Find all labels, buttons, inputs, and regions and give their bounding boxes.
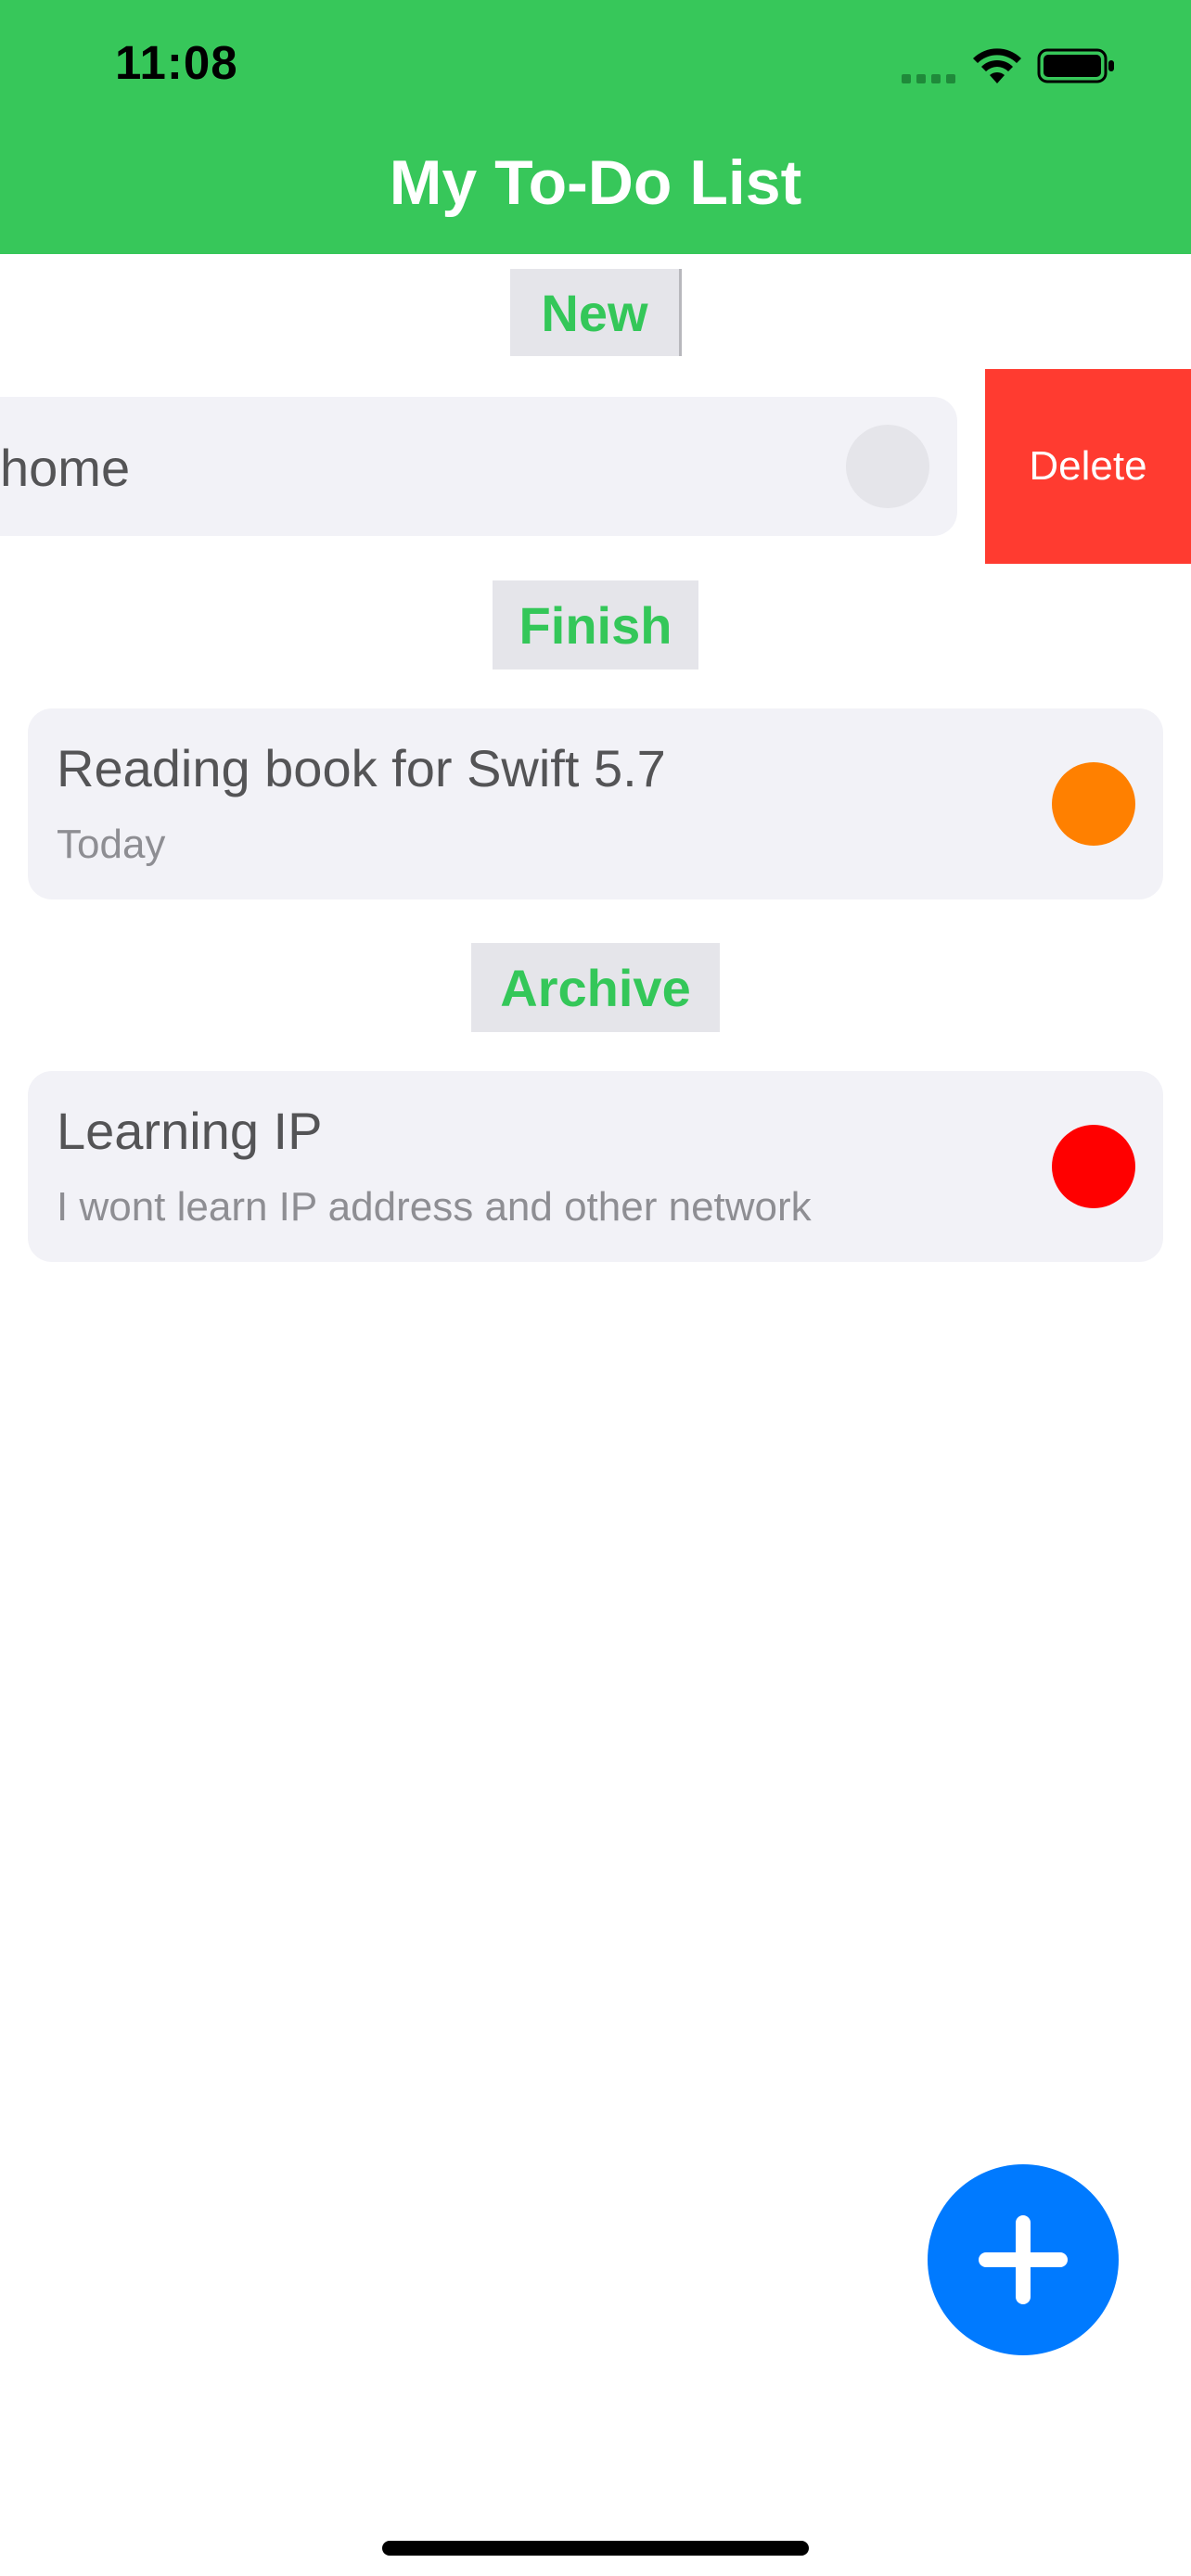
home-indicator[interactable] [382, 2541, 809, 2556]
list-item[interactable]: Reading book for Swift 5.7 Today [28, 708, 1163, 899]
page-title: My To-Do List [389, 147, 802, 218]
wifi-icon [973, 48, 1021, 83]
item-title: home [0, 439, 131, 497]
status-dot[interactable] [1052, 1125, 1135, 1208]
list-item[interactable]: home [0, 397, 957, 536]
item-subtitle: Today [57, 822, 166, 867]
section-header-finish: Finish [493, 580, 698, 670]
battery-icon [1037, 48, 1114, 83]
item-title: Reading book for Swift 5.7 [57, 739, 666, 797]
section-header-new: New [510, 269, 682, 356]
item-title: Learning IP [57, 1102, 323, 1160]
status-time: 11:08 [115, 36, 238, 89]
signal-icon [902, 74, 957, 83]
add-item-button[interactable] [928, 2164, 1119, 2355]
item-subtitle: I wont learn IP address and other networ… [57, 1184, 812, 1230]
delete-button[interactable]: Delete [985, 369, 1191, 564]
status-dot[interactable] [1052, 762, 1135, 846]
status-dot[interactable] [846, 425, 929, 508]
section-header-archive: Archive [471, 943, 720, 1032]
list-item[interactable]: Learning IP I wont learn IP address and … [28, 1071, 1163, 1262]
nav-header: 11:08 My To-Do List [0, 0, 1191, 254]
